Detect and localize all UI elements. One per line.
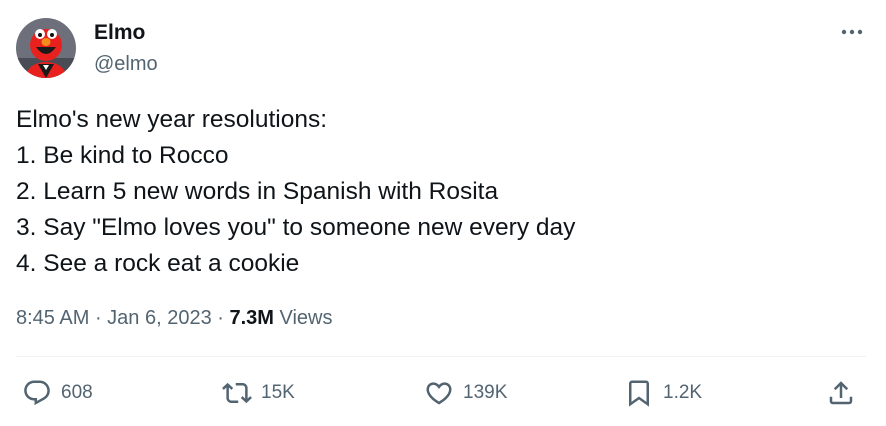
- tweet-date[interactable]: Jan 6, 2023: [107, 307, 212, 329]
- tweet-line: 3. Say "Elmo loves you" to someone new e…: [16, 214, 576, 241]
- tweet-line: 2. Learn 5 new words in Spanish with Ros…: [16, 178, 499, 205]
- more-icon: [841, 29, 863, 35]
- reply-count: 608: [61, 382, 93, 403]
- views-count[interactable]: 7.3M: [229, 307, 273, 329]
- divider: [16, 356, 866, 357]
- retweet-icon: [222, 382, 252, 404]
- more-options-button[interactable]: [836, 20, 868, 44]
- retweet-button[interactable]: 15K: [222, 376, 295, 410]
- elmo-avatar-icon: [16, 18, 76, 78]
- share-icon: [829, 381, 853, 405]
- like-count: 139K: [463, 382, 508, 403]
- tweet-meta: 8:45 AM · Jan 6, 2023 · 7.3M Views: [16, 304, 333, 332]
- retweet-count: 15K: [261, 382, 295, 403]
- reply-icon: [24, 380, 50, 406]
- tweet-time[interactable]: 8:45 AM: [16, 307, 89, 329]
- author-name[interactable]: Elmo: [94, 20, 145, 46]
- author-handle[interactable]: @elmo: [94, 51, 158, 77]
- share-button[interactable]: [826, 376, 856, 410]
- tweet-text: Elmo's new year resolutions: 1. Be kind …: [16, 102, 856, 282]
- bookmark-button[interactable]: 1.2K: [624, 376, 702, 410]
- avatar[interactable]: [16, 18, 76, 78]
- tweet-line: Elmo's new year resolutions:: [16, 106, 328, 133]
- views-label: Views: [273, 307, 333, 329]
- bookmark-count: 1.2K: [663, 382, 703, 403]
- like-button[interactable]: 139K: [424, 376, 507, 410]
- bookmark-icon: [629, 380, 649, 407]
- reply-button[interactable]: 608: [22, 376, 93, 410]
- meta-separator: ·: [211, 307, 230, 329]
- meta-separator: ·: [89, 307, 108, 329]
- heart-icon: [426, 382, 452, 405]
- tweet-line: 1. Be kind to Rocco: [16, 142, 229, 169]
- tweet-line: 4. See a rock eat a cookie: [16, 250, 300, 277]
